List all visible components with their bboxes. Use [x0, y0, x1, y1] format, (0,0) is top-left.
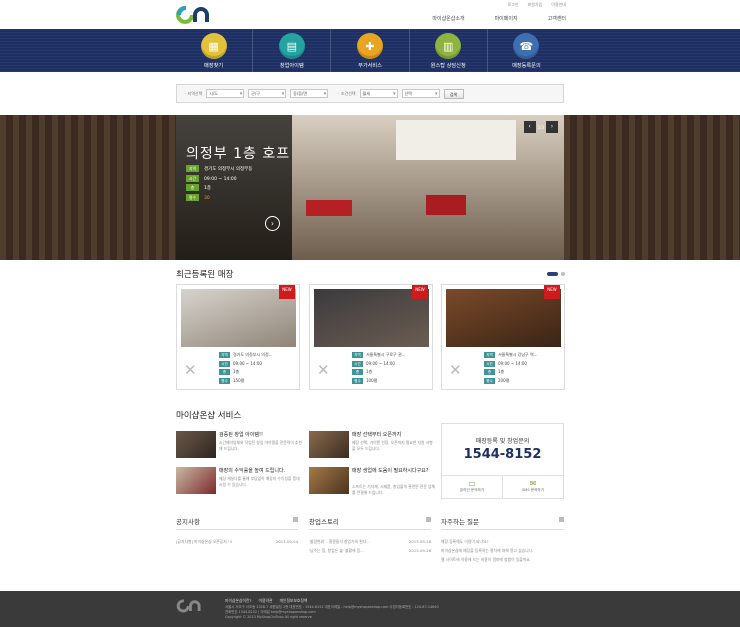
recent-page-dot-active[interactable]: [547, 272, 558, 276]
contact-title: 매장등록 및 창업문의: [475, 438, 530, 445]
hero-main-image: 의정부 1층 호프 지역 경기도 의정부시 의정부동 시간 09:00 ~ 14:0…: [176, 115, 564, 260]
condition-label: · 조건선택: [338, 90, 356, 96]
more-icon[interactable]: [293, 517, 298, 522]
category-extra-service[interactable]: ✚ 부가서비스: [331, 29, 410, 72]
nav-support[interactable]: 고객센터: [548, 15, 566, 22]
store-icon: ▦: [200, 33, 227, 59]
more-icon[interactable]: [559, 517, 564, 522]
restaurant-icon: ✕: [184, 361, 197, 379]
recent-page-dot[interactable]: [561, 272, 565, 276]
footer-link-about[interactable]: 마이샵온샵이란?: [225, 598, 251, 604]
hero-title: 의정부 1층 호프: [186, 146, 291, 162]
signup-link[interactable]: 회원가입: [528, 2, 543, 8]
category-find-store[interactable]: ▦ 매장찾기: [175, 29, 254, 72]
hero-info-overlay: 의정부 1층 호프 지역 경기도 의정부시 의정부동 시간 09:00 ~ 14:0…: [176, 115, 292, 260]
faq-title: 자주하는 질문: [441, 518, 479, 526]
footer-logo: [176, 599, 201, 613]
board-row[interactable]: '불량현외' - 홍콩들식 창업가의 편다... 2013-09-28: [309, 537, 431, 546]
nav-mypage[interactable]: 마이페이지: [495, 15, 518, 22]
restaurant-icon: ✕: [449, 361, 462, 379]
board-row[interactable]: 매장 등록해도 이용이 되나요?: [441, 537, 564, 546]
board-row[interactable]: 웹 사이트에 이용에 드는 비용이 얼마에 방법이 있을까요.: [441, 555, 564, 564]
contact-phone: 1544-8152: [463, 447, 542, 462]
footer: 마이샵온샵이란? 이용약관 개인정보보호정책 서울시 서초구 서초동 1328-…: [0, 591, 740, 627]
sms-inquiry-button[interactable]: ✉ SMS 문의하기: [503, 476, 563, 499]
hero-slider: 의정부 1층 호프 지역 경기도 의정부시 의정부동 시간 09:00 ~ 14:0…: [0, 115, 740, 260]
slide-counter: 1/3: [537, 124, 544, 130]
board-row[interactable]: [공지사항] 마이샵온샵 오픈공지 !!! 2013-09-04: [176, 537, 298, 546]
next-slide-icon[interactable]: ›: [546, 121, 558, 133]
new-badge: NEW: [412, 285, 428, 299]
recent-title: 최근등록된 매장: [176, 270, 234, 280]
search-bar: · 지역선택 시/도 군/구 동/읍/면 · 조건선택 월세 선택 검색: [176, 84, 564, 103]
monitor-icon: ▭: [468, 479, 476, 488]
gift-icon: ✚: [357, 33, 383, 59]
login-link[interactable]: 로그인: [507, 2, 518, 8]
online-inquiry-button[interactable]: ▭ 온라인 문의하기: [442, 476, 503, 499]
hero-pagination: ‹ 1/3 ›: [523, 121, 558, 133]
footer-link-privacy[interactable]: 개인정보보호정책: [279, 598, 307, 604]
story-title: 창업스토리: [309, 518, 339, 526]
nav-about[interactable]: 마이샵온샵소개: [432, 15, 464, 22]
top-nav: 마이샵온샵소개 마이페이지 고객센터: [432, 15, 566, 22]
footer-link-terms[interactable]: 이용약관: [258, 598, 272, 604]
contact-box: 매장등록 및 창업문의 1544-8152 ▭ 온라인 문의하기 ✉ SMS 문의하…: [441, 423, 564, 499]
prev-slide-icon[interactable]: ‹: [523, 121, 536, 133]
rent-select[interactable]: 월세: [359, 89, 398, 98]
search-button[interactable]: 검색: [443, 88, 464, 99]
new-badge: NEW: [544, 285, 560, 299]
category-store-register[interactable]: ☎ 매장등록문의: [488, 29, 565, 72]
site-logo[interactable]: [175, 4, 211, 26]
board-row[interactable]: '남주는 힘, 창업은 술' 불황에 음... 2013-09-28: [309, 546, 431, 555]
sido-select[interactable]: 시/도: [206, 89, 245, 98]
store-card[interactable]: NEW ✕ 지역 서울특별시 강남구 역... 시간 09:00 ~ 14:00 층…: [441, 284, 565, 390]
utility-links: 로그인 회원가입 이용안내: [507, 2, 566, 8]
board-row[interactable]: 마이샵온샵에 매장을 등록하는 절차에 대해 알고 싶습니다.: [441, 546, 564, 555]
shop-icon: ▤: [278, 33, 305, 59]
condition-select[interactable]: 선택: [401, 89, 440, 98]
faq-board: 자주하는 질문 매장 등록해도 이용이 되나요? 마이샵온샵에 매장을 등록하는…: [441, 516, 564, 564]
store-card[interactable]: NEW ✕ 지역 경기도 의정부시 의정... 시간 09:00 ~ 14:00 층…: [176, 284, 300, 390]
hero-details: 지역 경기도 의정부시 의정부동 시간 09:00 ~ 14:00 층 1층 평수 30: [186, 165, 252, 203]
phone-icon: ☎: [513, 33, 540, 59]
envelope-icon: ✉: [529, 479, 537, 488]
more-icon[interactable]: [426, 517, 431, 522]
service-item[interactable]: 매장 생업에 도움이 필요하시다구요? 소프트는 기자재, 시제품, 총임물의 관…: [309, 467, 435, 500]
service-item[interactable]: 검증된 창업 아이템!! 시간제약업체와 작업된 창업 아이템을 전문적이 추천해…: [176, 431, 302, 464]
notice-board: 공지사항 [공지사항] 마이샵온샵 오픈공지 !!! 2013-09-04: [176, 516, 298, 546]
restaurant-icon: ✕: [317, 361, 330, 379]
hero-detail-arrow-icon[interactable]: ›: [265, 216, 280, 231]
gungu-select[interactable]: 군/구: [248, 89, 287, 98]
service-item[interactable]: 매장 선택부터 오픈까지 매장 선택, 가이텐 선정, 오픈까지 필요한 지원 사…: [309, 431, 435, 464]
region-label: · 지역선택: [185, 90, 203, 96]
hero-next-image: [564, 115, 740, 260]
category-onestop-consult[interactable]: ▥ 원스탑 상담신청: [410, 29, 488, 72]
category-navbar: ▦ 매장찾기 ▤ 창업아이템 ✚ 부가서비스 ▥ 원스탑 상담신청 ☎ 매장등록문의: [0, 29, 740, 72]
service-item[interactable]: 매장의 수익률을 높여 드립니다. 매장 게실다를 통해 부담없이 매장의 수익성…: [176, 467, 302, 500]
document-icon: ▥: [435, 33, 462, 59]
store-card[interactable]: NEW ✕ 지역 서울특별시 구로구 권... 시간 09:00 ~ 14:00 층…: [309, 284, 433, 390]
category-startup-item[interactable]: ▤ 창업아이템: [253, 29, 332, 72]
new-badge: NEW: [279, 285, 295, 299]
guide-link[interactable]: 이용안내: [551, 2, 566, 8]
hero-prev-image: [0, 115, 176, 260]
services-title: 마이샵온샵 서비스: [176, 411, 242, 421]
footer-address: 서울시 서초구 서초동 1328-7 세원빌딩 2층 대표번호 : 1544-8…: [225, 605, 439, 619]
notice-title: 공지사항: [176, 518, 200, 526]
story-board: 창업스토리 '불량현외' - 홍콩들식 창업가의 편다... 2013-09-28…: [309, 516, 431, 555]
dong-select[interactable]: 동/읍/면: [290, 89, 329, 98]
